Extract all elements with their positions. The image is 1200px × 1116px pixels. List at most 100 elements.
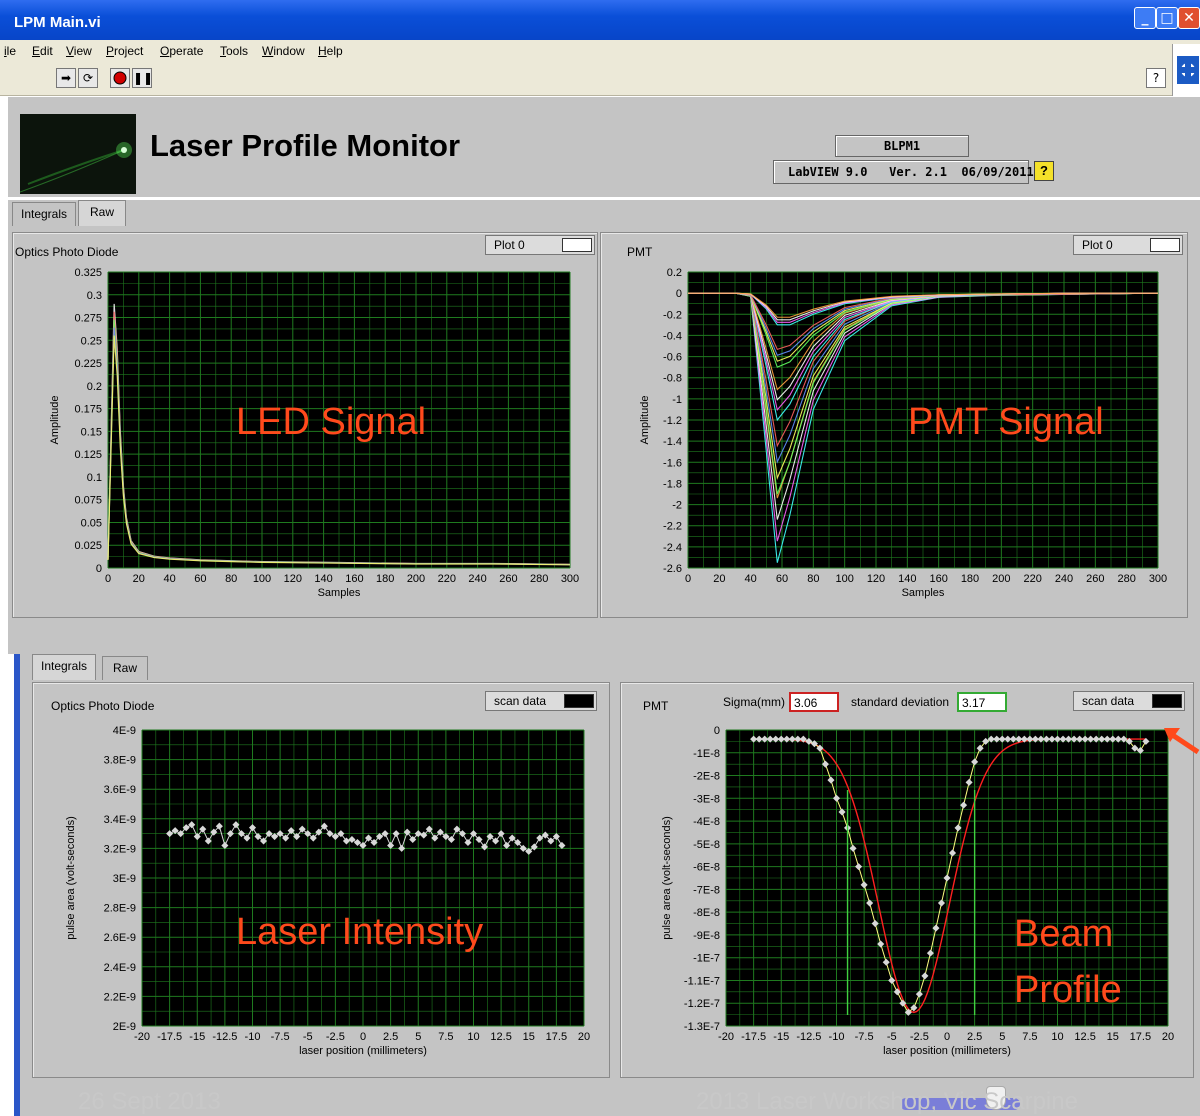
- y-tick-label: 2.8E-9: [104, 903, 136, 915]
- x-tick-label: 140: [898, 573, 916, 585]
- x-tick-label: 12.5: [490, 1031, 511, 1043]
- x-tick-label: 280: [1117, 573, 1135, 585]
- x-tick-label: 180: [961, 573, 979, 585]
- y-tick-label: -1.3E-7: [684, 1021, 720, 1033]
- x-tick-label: 300: [1149, 573, 1167, 585]
- x-tick-label: 260: [1086, 573, 1104, 585]
- x-tick-label: 260: [499, 573, 517, 585]
- x-tick-label: 10: [467, 1031, 479, 1043]
- y-tick-label: 0.3: [87, 290, 102, 302]
- x-tick-label: 60: [776, 573, 788, 585]
- x-tick-label: 7.5: [1022, 1031, 1037, 1043]
- y-tick-label: 3.8E-9: [104, 755, 136, 767]
- y-tick-label: 0.175: [74, 404, 102, 416]
- x-tick-label: 15: [523, 1031, 535, 1043]
- y-tick-label: -2E-8: [693, 771, 720, 783]
- x-tick-label: 5: [415, 1031, 421, 1043]
- overlay-label: Laser Intensity: [236, 911, 483, 953]
- x-tick-label: 180: [376, 573, 394, 585]
- y-axis-label: pulse area (volt-seconds): [661, 816, 673, 940]
- x-tick-label: 10: [1051, 1031, 1063, 1043]
- y-tick-label: -0.8: [663, 373, 682, 385]
- x-tick-label: 140: [314, 573, 332, 585]
- y-tick-label: 0.075: [74, 495, 102, 507]
- y-tick-label: -2.6: [663, 563, 682, 575]
- x-tick-label: 7.5: [438, 1031, 453, 1043]
- x-tick-label: -5: [303, 1031, 313, 1043]
- y-tick-label: -0.4: [663, 330, 682, 342]
- footer-event: 2013 Laser Workshop, Vic Scarpine: [696, 1088, 1078, 1115]
- x-tick-label: -7.5: [271, 1031, 290, 1043]
- x-tick-label: 100: [835, 573, 853, 585]
- x-tick-label: 17.5: [546, 1031, 567, 1043]
- y-tick-label: -1E-8: [693, 748, 720, 760]
- x-tick-label: 5: [999, 1031, 1005, 1043]
- x-tick-label: -15: [189, 1031, 205, 1043]
- y-tick-label: -1.8: [663, 478, 682, 490]
- x-tick-label: 220: [438, 573, 456, 585]
- y-tick-label: -1: [672, 394, 682, 406]
- y-tick-label: -2.4: [663, 542, 682, 554]
- x-tick-label: -20: [134, 1031, 150, 1043]
- y-tick-label: -2.2: [663, 521, 682, 533]
- x-tick-label: -12.5: [212, 1031, 237, 1043]
- x-tick-label: 280: [530, 573, 548, 585]
- red-arrow-icon: [1164, 728, 1200, 755]
- y-axis-label: Amplitude: [639, 396, 651, 445]
- x-tick-label: -7.5: [855, 1031, 874, 1043]
- x-tick-label: 0: [360, 1031, 366, 1043]
- x-tick-label: 20: [133, 573, 145, 585]
- y-tick-label: 2.4E-9: [104, 962, 136, 974]
- x-tick-label: 120: [284, 573, 302, 585]
- plots-layer: 0 20 40 60 80 100 120 140 160 180 200 220 240 260 280 3…: [49, 267, 1174, 1057]
- y-tick-label: -1.4: [663, 436, 682, 448]
- y-tick-label: -2: [672, 500, 682, 512]
- overlay-label: Beam: [1014, 913, 1113, 955]
- x-tick-label: 2.5: [967, 1031, 982, 1043]
- y-tick-label: 2.2E-9: [104, 991, 136, 1003]
- y-tick-label: 0.25: [81, 335, 102, 347]
- labview-window: LPM Main.vi _ □ ✕ ile Edit View Project …: [0, 0, 1200, 1116]
- x-axis-label: Samples: [318, 587, 361, 599]
- x-tick-label: 120: [867, 573, 885, 585]
- y-tick-label: 0.05: [81, 517, 102, 529]
- y-tick-label: 0.325: [74, 267, 102, 279]
- y-tick-label: 0.2: [87, 381, 102, 393]
- x-tick-label: -20: [718, 1031, 734, 1043]
- y-tick-label: 4E-9: [113, 725, 136, 737]
- x-tick-label: 80: [225, 573, 237, 585]
- overlay-label: LED Signal: [236, 401, 426, 443]
- footer-date: 26 Sept 2013: [78, 1088, 221, 1115]
- y-tick-label: -0.6: [663, 352, 682, 364]
- overlay-label: PMT Signal: [908, 401, 1104, 443]
- y-tick-label: -7E-8: [693, 884, 720, 896]
- x-tick-label: 220: [1023, 573, 1041, 585]
- overlay-label: Profile: [1014, 969, 1122, 1011]
- x-tick-label: 240: [468, 573, 486, 585]
- y-tick-label: 2.6E-9: [104, 932, 136, 944]
- x-tick-label: 200: [407, 573, 425, 585]
- y-tick-label: 3.6E-9: [104, 784, 136, 796]
- x-tick-label: 200: [992, 573, 1010, 585]
- x-tick-label: -17.5: [741, 1031, 766, 1043]
- y-tick-label: 0.225: [74, 358, 102, 370]
- y-tick-label: 0.025: [74, 540, 102, 552]
- x-tick-label: -2.5: [326, 1031, 345, 1043]
- y-tick-label: -9E-8: [693, 930, 720, 942]
- y-axis-label: pulse area (volt-seconds): [65, 816, 77, 940]
- y-tick-label: -1E-7: [693, 953, 720, 965]
- x-tick-label: 12.5: [1074, 1031, 1095, 1043]
- y-tick-label: -4E-8: [693, 816, 720, 828]
- y-axis-label: Amplitude: [49, 396, 61, 445]
- y-tick-label: 0.125: [74, 449, 102, 461]
- x-tick-label: -2.5: [910, 1031, 929, 1043]
- x-tick-label: 20: [1162, 1031, 1174, 1043]
- x-tick-label: 160: [345, 573, 363, 585]
- x-tick-label: 15: [1107, 1031, 1119, 1043]
- y-tick-label: 0.1: [87, 472, 102, 484]
- x-tick-label: 0: [944, 1031, 950, 1043]
- y-tick-label: 0.275: [74, 313, 102, 325]
- x-tick-label: 20: [578, 1031, 590, 1043]
- x-tick-label: 20: [713, 573, 725, 585]
- y-tick-label: 0: [676, 288, 682, 300]
